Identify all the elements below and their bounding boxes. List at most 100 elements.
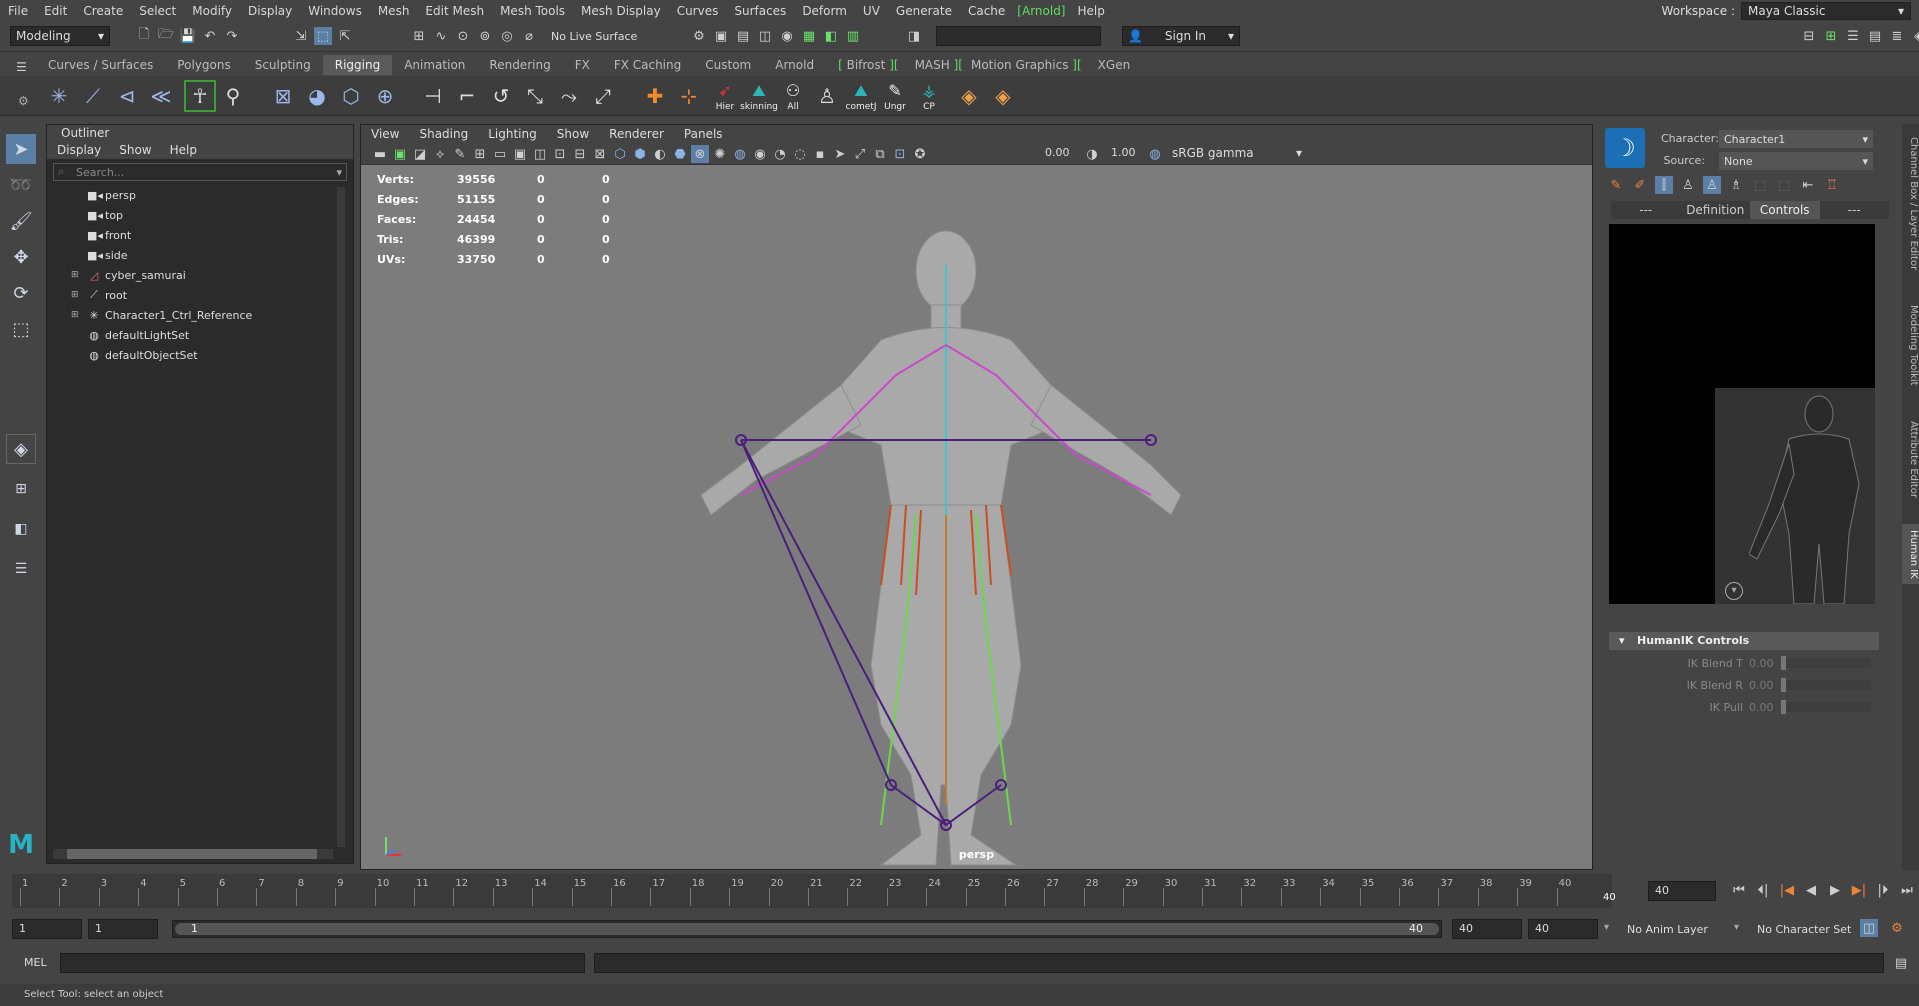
shelf-tab-rigging[interactable]: Rigging	[322, 55, 393, 75]
workspace-dropdown[interactable]: Maya Classic ▾	[1741, 2, 1911, 20]
film-gate-icon[interactable]: ▭	[491, 145, 509, 163]
redo-icon[interactable]: ↷	[223, 27, 241, 45]
ungroup-script-icon[interactable]: ✎ Ungr	[880, 80, 910, 112]
tab-modeling-toolkit[interactable]: Modeling Toolkit	[1902, 300, 1919, 390]
humanik-options-icon[interactable]: ▾	[1725, 582, 1743, 600]
scale-tool-icon[interactable]: ⬚	[6, 314, 36, 344]
humanik-controls-header[interactable]: ▾ HumanIK Controls	[1609, 632, 1879, 650]
arnold-render-icon[interactable]: ▦	[800, 27, 818, 45]
outliner-layout-icon[interactable]: ☰	[6, 554, 36, 584]
menu-modify[interactable]: Modify	[184, 4, 240, 18]
menu-mesh-display[interactable]: Mesh Display	[573, 4, 669, 18]
copy-pose-icon[interactable]: ⬚	[1751, 176, 1769, 194]
layered-shader-icon[interactable]: ◈	[954, 80, 984, 112]
paste-pose-icon[interactable]: ⬚	[1775, 176, 1793, 194]
ik-blend-t-value[interactable]: 0.00	[1749, 657, 1775, 670]
parent-constraint-icon[interactable]: ⊣	[418, 80, 448, 112]
skinning-script-icon[interactable]: ⛰ skinning	[740, 80, 778, 112]
step-forward-frame-icon[interactable]: ▶|	[1850, 881, 1868, 899]
skeleton-icon[interactable]: ⚲	[218, 80, 248, 112]
outliner-search-input[interactable]: ⌕ Search... ▾	[53, 163, 347, 181]
tab-channel-box[interactable]: Channel Box / Layer Editor	[1902, 134, 1919, 274]
menu-mesh[interactable]: Mesh	[370, 4, 418, 18]
outliner-item[interactable]: ◍ defaultLightSet	[71, 325, 189, 345]
edit-character-icon[interactable]: ✐	[1631, 176, 1649, 194]
four-view-layout-icon[interactable]: ⊞	[6, 474, 36, 504]
humanik-character-view[interactable]: ▾	[1609, 224, 1875, 604]
shelf-tab-custom[interactable]: Custom	[693, 55, 763, 75]
menu-arnold[interactable]: [Arnold]	[1013, 4, 1069, 18]
xray-icon[interactable]: ⊗	[691, 145, 709, 163]
bookmark-icon[interactable]: ◪	[411, 145, 429, 163]
comet-joint-script-icon[interactable]: ⛰ cometJ	[846, 80, 877, 112]
motion-blur-icon[interactable]: ◍	[731, 145, 749, 163]
create-character-icon[interactable]: ✎	[1607, 176, 1625, 194]
expand-icon[interactable]: ⊞	[71, 310, 83, 320]
menu-edit[interactable]: Edit	[36, 4, 75, 18]
menu-generate[interactable]: Generate	[888, 4, 960, 18]
humanik-tab-controls[interactable]: Controls	[1750, 201, 1820, 219]
scale-constraint-icon[interactable]: ⤡	[520, 80, 550, 112]
ambient-occlusion-icon[interactable]: ✺	[711, 145, 729, 163]
outliner-item[interactable]: ◍ defaultObjectSet	[71, 345, 197, 365]
shelf-tab-fx-caching[interactable]: FX Caching	[602, 55, 693, 75]
ipr-render-icon[interactable]: ▤	[734, 27, 752, 45]
humanik-character-icon[interactable]: ☥	[184, 80, 216, 112]
go-to-end-icon[interactable]: ⏭	[1898, 881, 1916, 899]
orient-joint-icon[interactable]: ⊹	[674, 80, 704, 112]
layout-icon-3[interactable]: ☰	[1844, 27, 1862, 45]
new-scene-icon[interactable]: 🗋	[135, 27, 153, 45]
scene-canvas[interactable]	[361, 165, 1592, 869]
shelf-tab-sculpting[interactable]: Sculpting	[243, 55, 323, 75]
grid-icon[interactable]: ⊞	[471, 145, 489, 163]
go-to-start-icon[interactable]: ⏮	[1730, 881, 1748, 899]
script-language-label[interactable]: MEL	[24, 956, 47, 969]
aim-constraint-icon[interactable]: ⤳	[554, 80, 584, 112]
layout-icon-2[interactable]: ⊞	[1822, 27, 1840, 45]
view-transform-dropdown[interactable]: sRGB gamma ▾	[1167, 144, 1307, 162]
snap-point-icon[interactable]: ⊙	[454, 27, 472, 45]
layout-icon-1[interactable]: ⊟	[1800, 27, 1818, 45]
expand-icon[interactable]: ⊞	[71, 290, 83, 300]
field-chart-icon[interactable]: ⊡	[551, 145, 569, 163]
snap-view-icon[interactable]: ⊚	[476, 27, 494, 45]
playback-start-field[interactable]: 1	[88, 919, 158, 939]
playback-end-field[interactable]: 40	[1452, 919, 1522, 939]
menu-cache[interactable]: Cache	[960, 4, 1013, 18]
animation-prefs-icon[interactable]: ⚙	[1888, 919, 1906, 937]
arnold-ipr-icon[interactable]: ◧	[822, 27, 840, 45]
outliner-item[interactable]: ■◂ persp	[71, 185, 136, 205]
safe-title-icon[interactable]: ⊠	[591, 145, 609, 163]
outliner-item[interactable]: ⊞ ◿ cyber_samurai	[71, 265, 186, 285]
viewport-menu-show[interactable]: Show	[557, 127, 589, 141]
outliner-vertical-scrollbar[interactable]	[337, 187, 345, 847]
ik-spline-icon[interactable]: ⊲	[112, 80, 142, 112]
humanik-figure[interactable]	[1749, 394, 1869, 604]
cluster-icon[interactable]: ⊕	[370, 80, 400, 112]
select-camera-icon[interactable]: ▬	[371, 145, 389, 163]
single-perspective-layout-icon[interactable]: ◈	[6, 434, 36, 464]
chevron-down-icon[interactable]: ▾	[1604, 922, 1609, 933]
move-tool-icon[interactable]: ✥	[6, 242, 36, 272]
outliner-item[interactable]: ■◂ front	[71, 225, 131, 245]
color-management-icon[interactable]: ◍	[1146, 145, 1164, 163]
rotate-tool-icon[interactable]: ⟳	[6, 278, 36, 308]
menu-file[interactable]: File	[0, 4, 36, 18]
shelf-tab-rendering[interactable]: Rendering	[477, 55, 562, 75]
hier-script-icon[interactable]: ➶ Hier	[710, 80, 740, 112]
figure-icon[interactable]: ♙	[812, 80, 842, 112]
open-scene-icon[interactable]: 🗁	[157, 27, 175, 45]
render-frame-icon[interactable]: ▣	[712, 27, 730, 45]
menu-windows[interactable]: Windows	[300, 4, 370, 18]
auto-key-icon[interactable]: ◫	[1860, 919, 1878, 937]
render-settings-icon[interactable]: ⚙	[690, 27, 708, 45]
outliner-item[interactable]: ■◂ top	[71, 205, 123, 225]
source-dropdown[interactable]: None ▾	[1719, 152, 1873, 170]
wireframe-icon[interactable]: ⬡	[611, 145, 629, 163]
play-forward-icon[interactable]: ▶	[1826, 881, 1844, 899]
exposure-icon[interactable]: ✪	[911, 145, 929, 163]
shelf-tab-animation[interactable]: Animation	[392, 55, 477, 75]
body-part-icon[interactable]: ♙	[1679, 176, 1697, 194]
tab-attribute-editor[interactable]: Attribute Editor	[1902, 414, 1919, 504]
tab-human-ik[interactable]: Human IK	[1902, 524, 1919, 584]
